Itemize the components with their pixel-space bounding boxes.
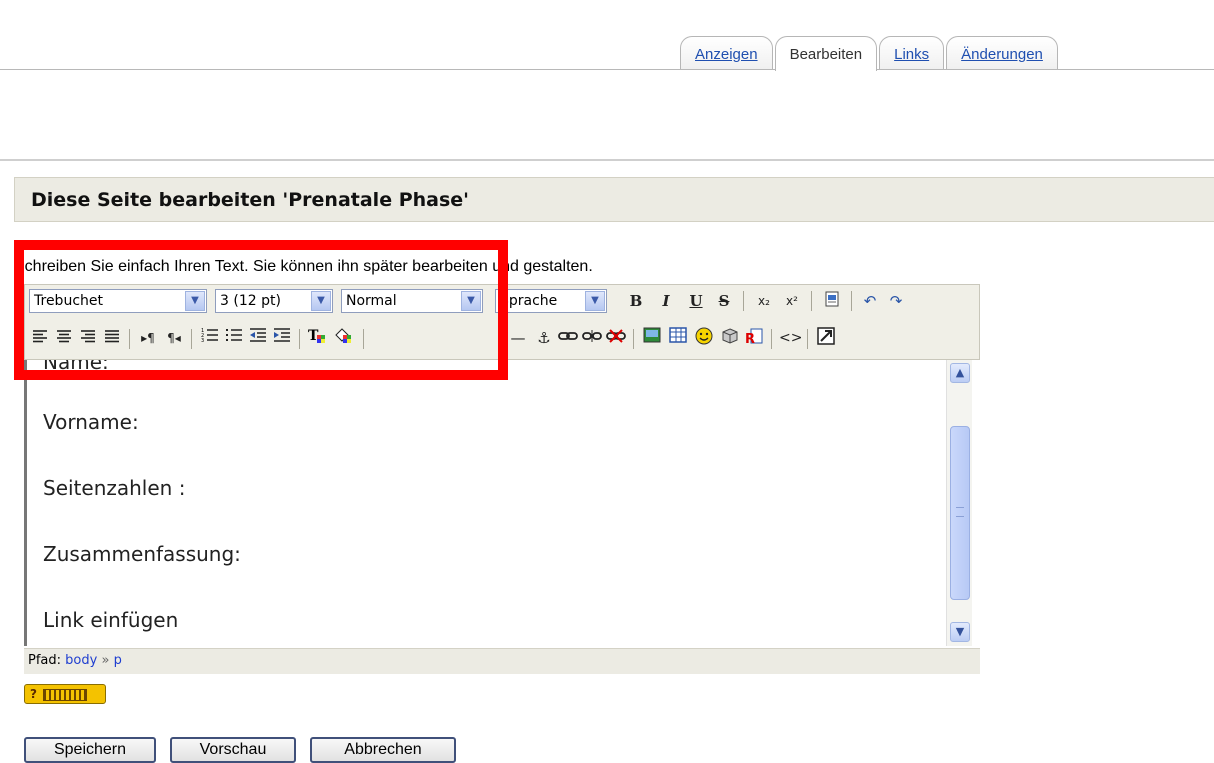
strikethrough-button[interactable]: S	[713, 290, 735, 312]
tab-aenderungen[interactable]: Änderungen	[946, 36, 1058, 69]
tab-bearbeiten[interactable]: Bearbeiten	[774, 36, 878, 72]
remove-link-icon[interactable]	[605, 327, 627, 349]
preview-button[interactable]: Vorschau	[170, 737, 296, 763]
content-line: Seitenzahlen :	[43, 476, 186, 500]
tab-anzeigen[interactable]: Anzeigen	[680, 36, 773, 69]
svg-text:R: R	[745, 332, 755, 345]
tab-label: Änderungen	[961, 46, 1043, 63]
toolbar-separator	[851, 291, 852, 311]
chevron-down-icon: ▼	[585, 291, 605, 311]
toolbar-separator	[771, 329, 772, 349]
help-question-mark: ?	[30, 687, 37, 701]
toolbar-separator	[811, 291, 812, 311]
redo-icon[interactable]: ↷	[885, 290, 907, 312]
save-button[interactable]: Speichern	[24, 737, 156, 763]
keyboard-icon	[42, 688, 87, 701]
insert-image-icon[interactable]	[641, 327, 663, 349]
path-item-p[interactable]: p	[114, 653, 122, 668]
subscript-icon[interactable]: x₂	[753, 290, 775, 312]
bold-button[interactable]: B	[625, 290, 647, 312]
heading-bar: Diese Seite bearbeiten 'Prenatale Phase'	[14, 177, 1214, 222]
cancel-button[interactable]: Abbrechen	[310, 737, 456, 763]
insert-link-icon[interactable]	[557, 327, 579, 349]
broken-link-icon[interactable]	[581, 327, 603, 349]
language-select[interactable]: Sprache ▼	[495, 289, 607, 313]
paste-word-icon[interactable]	[821, 290, 843, 312]
header-divider	[0, 159, 1214, 161]
underline-button[interactable]: U	[685, 290, 707, 312]
page-title: Diese Seite bearbeiten 'Prenatale Phase'	[31, 189, 469, 211]
highlight-annotation-box	[14, 240, 508, 380]
insert-object-icon[interactable]	[719, 327, 741, 349]
editor-content-area[interactable]: Name: Vorname: Seitenzahlen : Zusammenfa…	[24, 360, 972, 646]
anchor-icon[interactable]: ⚓	[533, 327, 555, 349]
insert-page-icon[interactable]: R	[743, 327, 765, 349]
scroll-thumb[interactable]	[950, 426, 970, 600]
fullscreen-icon[interactable]	[815, 327, 837, 349]
toolbar-separator	[633, 329, 634, 349]
toolbar-separator	[807, 329, 808, 349]
scroll-down-icon[interactable]: ▼	[950, 622, 970, 642]
undo-icon[interactable]: ↶	[859, 290, 881, 312]
page-tabs: Anzeigen Bearbeiten Links Änderungen	[680, 36, 1060, 72]
language-value: Sprache	[500, 293, 558, 309]
insert-table-icon[interactable]	[667, 327, 689, 349]
tab-label: Bearbeiten	[789, 46, 863, 63]
horizontal-rule-icon[interactable]: —	[507, 327, 529, 349]
smiley-icon[interactable]	[693, 327, 715, 349]
italic-button[interactable]: I	[655, 290, 677, 312]
html-source-icon[interactable]: <>	[779, 327, 802, 349]
path-bar: Pfad: body » p	[24, 648, 980, 674]
toolbar-separator	[743, 291, 744, 311]
path-separator: »	[101, 653, 110, 668]
keyboard-help-button[interactable]: ?	[24, 684, 106, 704]
content-line: Link einfügen	[43, 608, 179, 632]
tab-label: Links	[894, 46, 930, 63]
grip-icon	[956, 507, 964, 517]
path-item-body[interactable]: body	[65, 653, 97, 668]
superscript-icon[interactable]: x²	[781, 290, 803, 312]
editor-scrollbar[interactable]: ▲ ▼	[946, 360, 972, 646]
tab-label: Anzeigen	[695, 46, 758, 63]
content-line: Vorname:	[43, 410, 139, 434]
scroll-up-icon[interactable]: ▲	[950, 363, 970, 383]
tab-links[interactable]: Links	[879, 36, 945, 69]
content-line: Zusammenfassung:	[43, 542, 241, 566]
path-label: Pfad:	[28, 653, 62, 668]
